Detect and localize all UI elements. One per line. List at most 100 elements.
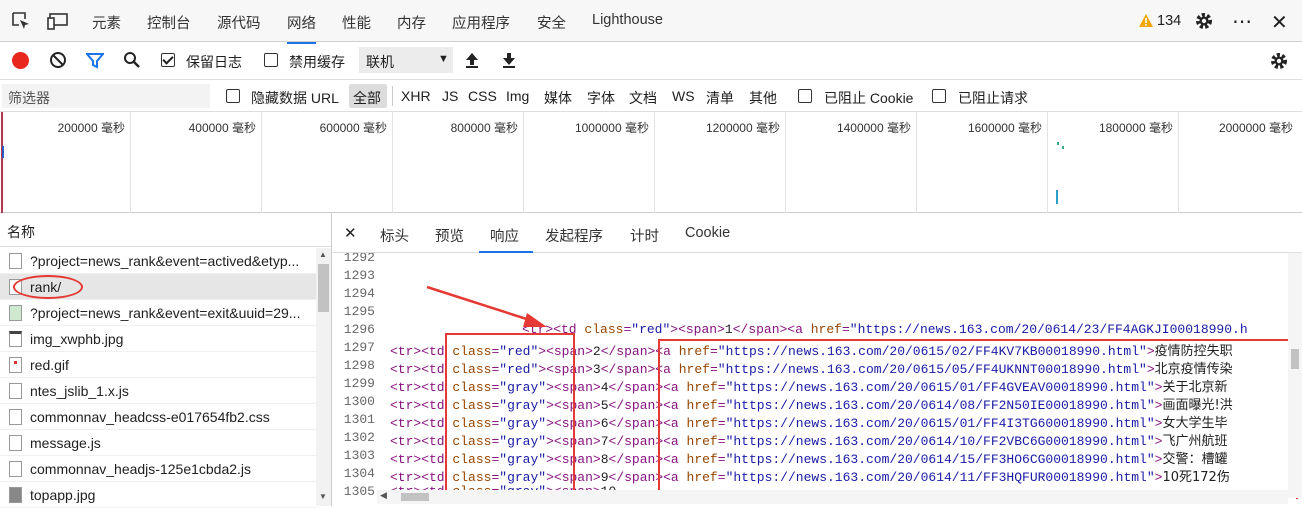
- image-file-icon: [9, 331, 22, 347]
- clear-icon[interactable]: [49, 51, 67, 72]
- request-row[interactable]: ?project=news_rank&event=actived&etyp...: [0, 248, 316, 274]
- response-vertical-scrollbar[interactable]: [1288, 253, 1302, 498]
- scrollbar-thumb[interactable]: [318, 264, 329, 312]
- line-number: 1293: [343, 268, 375, 283]
- tab-console[interactable]: 控制台: [147, 12, 191, 33]
- request-row[interactable]: topapp.jpg: [0, 482, 316, 508]
- hide-data-url-checkbox[interactable]: [226, 89, 240, 103]
- network-overview-timeline[interactable]: 200000 毫秒 400000 毫秒 600000 毫秒 800000 毫秒 …: [0, 112, 1302, 213]
- tab-performance[interactable]: 性能: [342, 12, 371, 33]
- type-filter-font[interactable]: 字体: [587, 88, 615, 108]
- line-number: 1300: [343, 394, 375, 409]
- tab-security[interactable]: 安全: [537, 12, 566, 33]
- tab-initiator[interactable]: 发起程序: [545, 225, 603, 246]
- blocked-requests-checkbox[interactable]: [932, 89, 946, 103]
- response-horizontal-scrollbar[interactable]: ◀: [377, 490, 1288, 504]
- settings-gear-icon[interactable]: [1194, 11, 1214, 34]
- type-filter-manifest[interactable]: 清单: [706, 88, 734, 108]
- blocked-cookies-checkbox[interactable]: [798, 89, 812, 103]
- image-file-icon: [9, 305, 22, 321]
- type-filter-all[interactable]: 全部: [349, 84, 387, 108]
- close-detail-icon[interactable]: ✕: [344, 224, 357, 242]
- timeline-request-bar: [1062, 146, 1064, 149]
- request-name: red.gif: [30, 357, 69, 373]
- rank-number: 2: [592, 344, 601, 359]
- inspect-element-icon[interactable]: [11, 11, 31, 34]
- preserve-log-label: 保留日志: [186, 54, 242, 70]
- request-row[interactable]: commonnav_headcss-e017654fb2.css: [0, 404, 316, 430]
- timeline-tick: 1800000 毫秒: [1048, 112, 1179, 213]
- scroll-down-icon[interactable]: ▼: [319, 492, 327, 501]
- preserve-log-checkbox[interactable]: [161, 53, 175, 67]
- close-devtools-icon[interactable]: ✕: [1271, 10, 1288, 35]
- divider: [392, 86, 393, 106]
- tab-headers[interactable]: 标头: [380, 225, 409, 246]
- type-filter-media[interactable]: 媒体: [544, 88, 572, 108]
- tab-lighthouse[interactable]: Lighthouse: [592, 12, 663, 28]
- response-source-view[interactable]: 1292 1293 1294 1295 1296 1297 1298 1299 …: [333, 253, 1302, 499]
- timeline-start-marker: [1, 112, 3, 213]
- request-row-selected[interactable]: rank/: [0, 274, 316, 300]
- line-number: 1302: [343, 430, 375, 445]
- timeline-tick: 1600000 毫秒: [917, 112, 1048, 213]
- tick-label: 1000000 毫秒: [574, 121, 649, 135]
- request-name: commonnav_headjs-125e1cbda2.js: [30, 461, 252, 477]
- more-options-icon[interactable]: ⋯: [1232, 9, 1253, 34]
- type-filter-doc[interactable]: 文档: [629, 88, 657, 108]
- rank-number: 6: [600, 416, 609, 431]
- type-filter-xhr[interactable]: XHR: [401, 88, 431, 104]
- disable-cache-checkbox[interactable]: [264, 53, 278, 67]
- tab-timing[interactable]: 计时: [630, 225, 659, 246]
- network-settings-gear-icon[interactable]: [1269, 51, 1289, 74]
- type-filter-css[interactable]: CSS: [468, 88, 497, 104]
- tab-preview[interactable]: 预览: [435, 225, 464, 246]
- line-number: 1301: [343, 412, 375, 427]
- tab-memory[interactable]: 内存: [397, 12, 426, 33]
- request-row[interactable]: red.gif: [0, 352, 316, 378]
- type-filter-ws[interactable]: WS: [672, 88, 695, 104]
- warning-count[interactable]: 134: [1157, 13, 1181, 29]
- request-row[interactable]: commonnav_headjs-125e1cbda2.js: [0, 456, 316, 482]
- type-filter-img[interactable]: Img: [506, 88, 529, 104]
- device-toolbar-icon[interactable]: [47, 12, 69, 33]
- import-har-icon[interactable]: [464, 51, 480, 72]
- request-list-scrollbar[interactable]: ▲ ▼: [316, 248, 331, 506]
- tab-network[interactable]: 网络: [287, 12, 316, 44]
- record-button-icon[interactable]: [12, 52, 29, 69]
- tab-elements[interactable]: 元素: [92, 12, 121, 33]
- scrollbar-thumb[interactable]: [1291, 349, 1299, 369]
- warning-icon[interactable]: [1138, 13, 1154, 31]
- request-name: ntes_jslib_1.x.js: [30, 383, 129, 399]
- timeline-tick: 2000000 毫秒: [1179, 112, 1302, 213]
- request-row[interactable]: ?project=news_rank&event=exit&uuid=29...: [0, 300, 316, 326]
- tick-label: 800000 毫秒: [450, 121, 518, 135]
- annotation-arrow: [426, 285, 547, 327]
- scroll-up-icon[interactable]: ▲: [319, 250, 327, 259]
- chevron-down-icon: ▼: [438, 53, 449, 65]
- tab-cookies[interactable]: Cookie: [685, 225, 730, 241]
- request-row[interactable]: ntes_jslib_1.x.js: [0, 378, 316, 404]
- name-header-label: 名称: [7, 224, 35, 240]
- scrollbar-thumb[interactable]: [401, 493, 429, 501]
- type-filter-js[interactable]: JS: [442, 88, 458, 104]
- name-column-header[interactable]: 名称: [0, 213, 331, 247]
- filter-funnel-icon[interactable]: [84, 52, 106, 72]
- rank-number: 4: [600, 380, 609, 395]
- request-name: commonnav_headcss-e017654fb2.css: [30, 409, 270, 425]
- filter-placeholder: 筛选器: [8, 90, 50, 106]
- filter-input[interactable]: 筛选器: [2, 84, 210, 108]
- search-icon[interactable]: [123, 51, 141, 72]
- export-har-icon[interactable]: [501, 51, 517, 72]
- script-file-icon: [9, 383, 22, 399]
- line-number: 1295: [343, 304, 375, 319]
- throttling-select[interactable]: 联机 ▼: [359, 47, 453, 73]
- type-filter-other[interactable]: 其他: [749, 88, 777, 108]
- tab-response[interactable]: 响应: [479, 213, 533, 253]
- tab-application[interactable]: 应用程序: [452, 12, 510, 33]
- tab-sources[interactable]: 源代码: [217, 12, 261, 33]
- request-row[interactable]: img_xwphb.jpg: [0, 326, 316, 352]
- stylesheet-file-icon: [9, 409, 22, 425]
- timeline-tick: 800000 毫秒: [393, 112, 524, 213]
- request-row[interactable]: message.js: [0, 430, 316, 456]
- scroll-left-icon[interactable]: ◀: [380, 490, 387, 501]
